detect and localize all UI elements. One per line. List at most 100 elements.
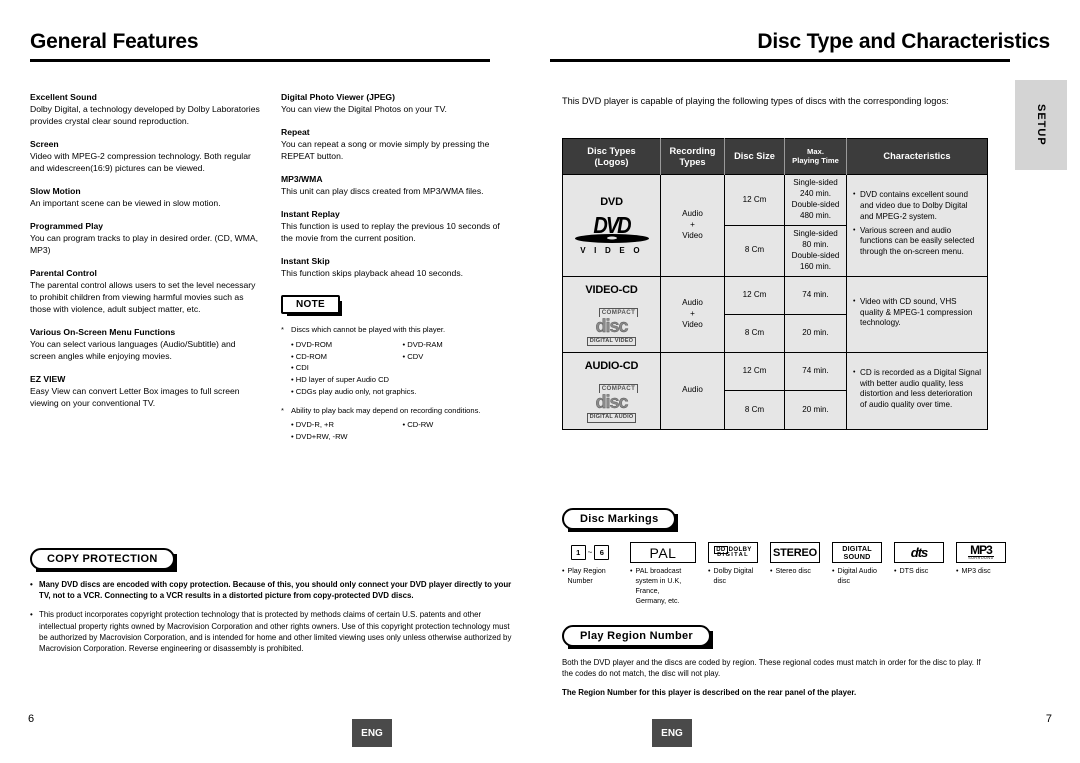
copy-protection-item-1-text: Many DVD discs are encoded with copy pro…	[39, 580, 512, 601]
compact-disc-logo-icon: COMPACT disc DIGITAL VIDEO	[573, 307, 651, 347]
language-tag-left: ENG	[352, 719, 392, 747]
bullet-icon: •	[853, 191, 856, 199]
characteristic-item: • Various screen and audio functions can …	[853, 226, 981, 259]
feature-block: EZ VIEW Easy View can convert Letter Box …	[30, 374, 263, 410]
feature-heading: Excellent Sound	[30, 92, 97, 102]
feature-body: You can view the Digital Photos on your …	[281, 104, 447, 115]
cd-logo-sub-text: DIGITAL AUDIO	[586, 413, 637, 423]
characteristic-text: DVD contains excellent sound and video d…	[860, 190, 968, 221]
recording-type-line: +	[690, 220, 695, 230]
feature-heading: Screen	[30, 139, 59, 150]
feature-body: The parental control allows users to set…	[30, 280, 256, 315]
recording-types-cell: Audio + Video	[660, 275, 725, 354]
table-row: DVD DVD V I D E O Audio + Video 12 Cm Single-si…	[562, 174, 988, 277]
disc-marking-icon-box: STEREO	[770, 542, 820, 563]
characteristic-text: CD is recorded as a Digital Signal with …	[860, 367, 982, 410]
note-list-item: • DVD-R, +R	[291, 420, 334, 430]
note-star-text: Discs which cannot be played with this p…	[291, 325, 446, 335]
disc-table-header-row: Disc Types (Logos) Recording Types Disc …	[562, 138, 988, 175]
feature-body: An important scene can be viewed in slow…	[30, 198, 221, 209]
feature-heading: Instant Skip	[281, 256, 330, 267]
feature-block: Parental Control The parental control all…	[30, 268, 263, 316]
disc-size-cell: 12 Cm	[724, 174, 785, 227]
note-list: • DVD-R, +R • CD-RW • DVD+RW, -RW	[291, 419, 514, 443]
play-region-label: Play Region Number	[562, 625, 713, 649]
dts-icon: dts	[910, 545, 928, 560]
copy-protection-body: • Many DVD discs are encoded with copy p…	[30, 579, 515, 654]
page-number-left: 6	[28, 713, 35, 725]
region-6-box: 6	[594, 545, 610, 560]
disc-size-cell: 8 Cm	[724, 225, 785, 277]
play-region-bold: The Region Number for this player is des…	[562, 687, 857, 697]
feature-block: Digital Photo Viewer (JPEG) You can view …	[281, 92, 514, 116]
characteristics-cell: • DVD contains excellent sound and video …	[846, 174, 988, 277]
table-row: VIDEO-CD COMPACT disc DIGITAL VIDEO Audio + Vi…	[562, 275, 988, 354]
header-max-playing-time: Max. Playing Time	[784, 138, 847, 175]
disc-logo-cell: DVD DVD V I D E O	[562, 174, 661, 277]
feature-heading: Digital Photo Viewer (JPEG)	[281, 92, 395, 102]
recording-type-line: +	[690, 308, 695, 318]
feature-block: Instant Skip This function skips playback…	[281, 256, 514, 280]
stereo-icon: STEREO	[772, 546, 818, 559]
feature-heading: Parental Control	[30, 268, 97, 279]
recording-type-line: Video	[682, 231, 703, 241]
note-body: * Discs which cannot be played with this …	[281, 324, 514, 442]
dvd-video-logo-icon: DVD V I D E O	[574, 215, 650, 256]
bullet-icon: •	[630, 567, 633, 575]
disc-marking-caption: • Digital Audio disc	[832, 567, 884, 587]
feature-body: Video with MPEG-2 compression technology…	[30, 151, 251, 174]
bullet-icon: •	[770, 567, 773, 575]
disc-marking-icon-box: 1 ~6	[562, 542, 618, 563]
disc-size-cell: 8 Cm	[724, 390, 785, 430]
dvd-logo-disc-shape	[574, 233, 649, 243]
feature-block: Screen Video with MPEG-2 compression tech…	[30, 139, 263, 175]
mp3-icon: MP3 SURROUND	[968, 542, 994, 560]
playing-time-cell: Single-sided 80 min. Double-sided 160 min.	[784, 225, 847, 277]
language-tag-right: ENG	[652, 719, 692, 747]
disc-markings-section: Disc Markings 1 ~6 • Play Region Number PAL •…	[562, 508, 1006, 607]
characteristic-text: Video with CD sound, VHS quality & MPEG-…	[860, 296, 973, 328]
dvd-logo-video-text: V I D E O	[580, 245, 643, 255]
recording-types-cell: Audio + Video	[660, 174, 725, 277]
characteristic-item: • DVD contains excellent sound and video …	[853, 190, 981, 223]
feature-body: This function skips playback ahead 10 se…	[281, 268, 464, 279]
header-recording-types: Recording Types	[660, 138, 725, 175]
play-region-body: Both the DVD player and the discs are co…	[562, 658, 981, 679]
disc-logo-cell: VIDEO-CD COMPACT disc DIGITAL VIDEO	[562, 275, 661, 354]
feature-block: Slow Motion An important scene can be vie…	[30, 186, 263, 210]
feature-body: Dolby Digital, a technology developed by…	[30, 104, 260, 127]
disc-marking-icon-box: PAL	[630, 542, 696, 563]
setup-tab[interactable]: SETUP	[1015, 80, 1067, 170]
disc-marking-caption-text: Stereo disc	[775, 567, 811, 575]
feature-body: This function is used to replay the prev…	[281, 221, 500, 244]
digital-sound-icon: DIGITAL SOUND	[842, 544, 872, 561]
note-list: • DVD-ROM • DVD-RAM • CD-ROM • CDV • CDI • HD…	[291, 339, 514, 398]
disc-marking-caption-text: DTS disc	[899, 567, 929, 575]
feature-column-1: Excellent Sound Dolby Digital, a technolo…	[30, 92, 263, 450]
feature-heading: Programmed Play	[30, 221, 104, 232]
disc-marking-caption-text: Dolby Digital disc	[713, 567, 754, 585]
disc-marking-caption-text: Play Region Number	[567, 567, 606, 585]
tilde-icon: ~	[587, 548, 593, 557]
feature-block: Various On-Screen Menu Functions You can …	[30, 327, 263, 363]
feature-heading: Slow Motion	[30, 186, 81, 197]
title-divider-left	[30, 59, 490, 62]
characteristic-item: • Video with CD sound, VHS quality & MPEG…	[853, 297, 981, 330]
bullet-icon: •	[30, 580, 33, 589]
header-recording-types-l2: Types	[679, 156, 706, 167]
recording-type-line: Audio	[682, 385, 703, 395]
note-list-item: • DVD-RAM	[402, 339, 443, 349]
copy-protection-item-2-text: This product incorporates copyright prot…	[39, 610, 512, 654]
disc-size-cell: 8 Cm	[724, 313, 785, 354]
disc-marking-caption: • PAL broadcast system in U.K, France, Ge…	[630, 567, 692, 607]
disc-markings-label: Disc Markings	[562, 508, 679, 532]
note-star-text: Ability to play back may depend on recor…	[291, 405, 481, 415]
bullet-icon: •	[853, 226, 856, 234]
header-disc-types-l2: (Logos)	[594, 156, 629, 167]
playing-time-cell: 74 min.	[784, 352, 847, 392]
disc-marking-item: DD DOLBY DIGITAL • Dolby Digital disc	[708, 542, 770, 587]
dolby-digital-icon: DD DOLBY DIGITAL	[714, 545, 752, 558]
setup-tab-label: SETUP	[1035, 104, 1047, 146]
region-1-box: 1	[570, 545, 586, 560]
bullet-icon: •	[956, 567, 959, 575]
